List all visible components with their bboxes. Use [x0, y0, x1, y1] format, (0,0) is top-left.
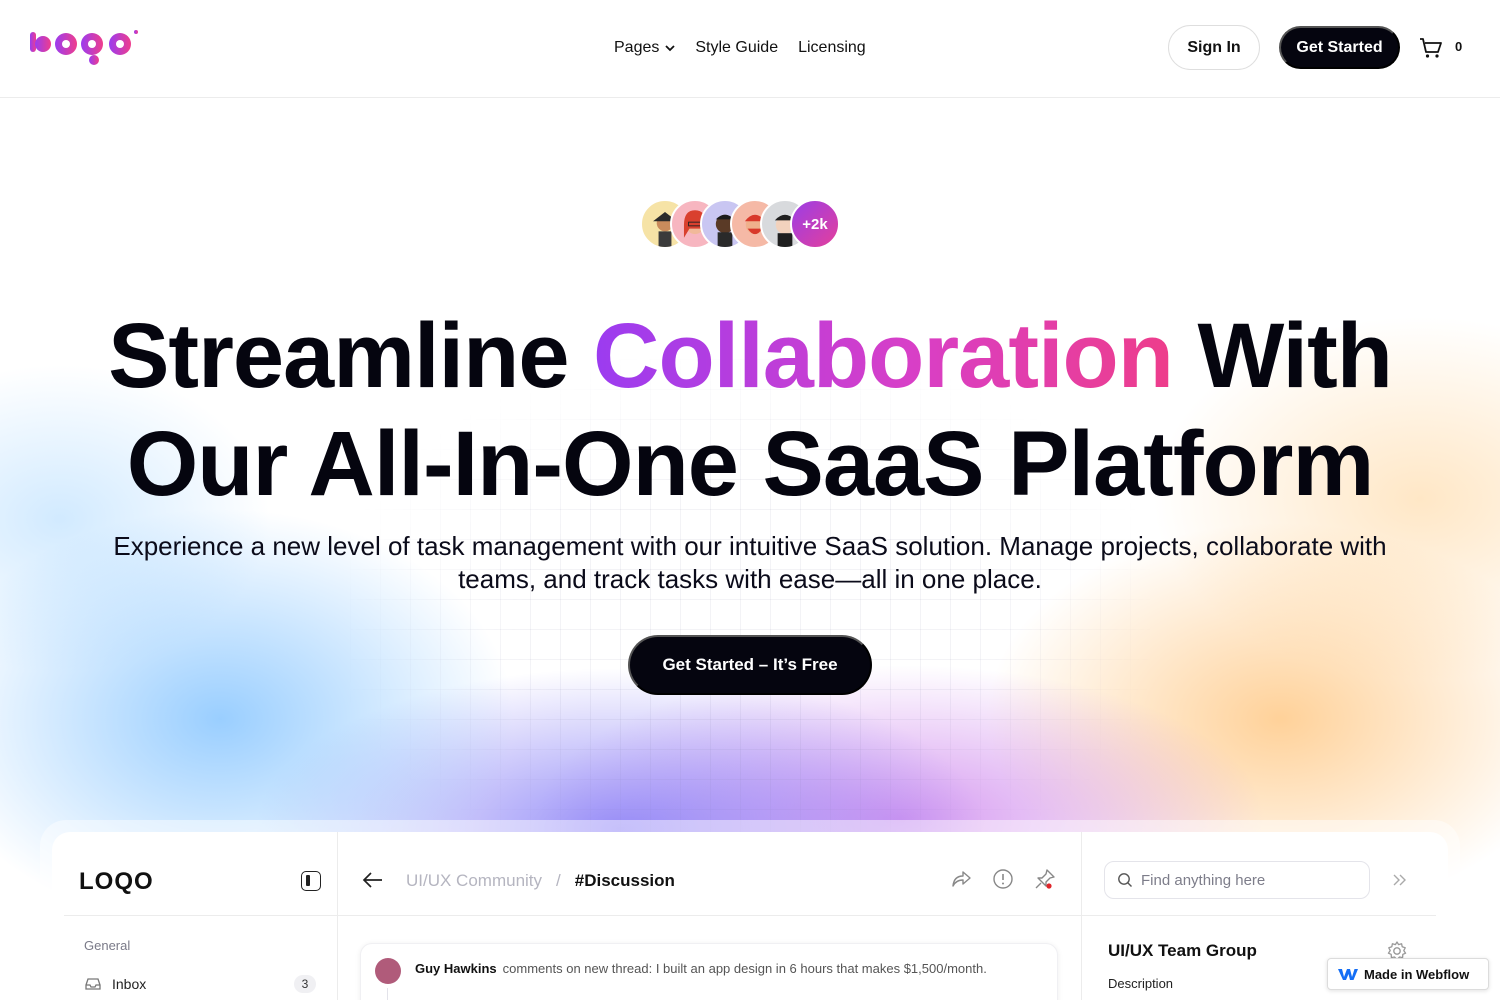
breadcrumb-parent[interactable]: UI/UX Community	[406, 871, 542, 891]
webflow-logo-icon	[1338, 969, 1358, 980]
headline-highlight: Collaboration	[593, 305, 1174, 407]
nav-item-label: Pages	[614, 39, 660, 56]
thread-card[interactable]: Guy Hawkins comments on new thread: I bui…	[360, 943, 1058, 1000]
search-icon	[1118, 873, 1132, 887]
logo-mark	[30, 30, 138, 65]
inbox-count-badge: 3	[294, 975, 316, 993]
search-box[interactable]	[1104, 861, 1370, 899]
panel-title: UI/UX Team Group	[1108, 941, 1257, 960]
headline-part1: Streamline	[108, 305, 594, 407]
sidebar-section-label: General	[84, 938, 131, 953]
breadcrumb-current: #Discussion	[574, 871, 675, 890]
hero-headline: Streamline Collaboration With Our All-In…	[0, 302, 1500, 518]
divider	[338, 915, 1082, 916]
nav-item-style-guide[interactable]: Style Guide	[695, 37, 778, 59]
headline-line2: Our All-In-One SaaS Platform	[126, 413, 1375, 515]
hero-subtitle: Experience a new level of task managemen…	[113, 531, 1387, 594]
cart-count: 0	[1455, 39, 1463, 54]
search-input[interactable]	[1141, 871, 1361, 889]
inbox-icon	[85, 978, 101, 990]
comment-icon	[375, 958, 401, 984]
breadcrumb-separator: /	[556, 871, 561, 890]
site-header: Pages Style Guide Licensing Sign In Get …	[0, 0, 1500, 98]
app-brand-logo: LOQO	[79, 868, 154, 895]
thread-summary: Guy Hawkins comments on new thread: I bui…	[415, 961, 987, 976]
sidebar-item-label: Inbox	[112, 976, 147, 992]
cart-icon[interactable]	[1418, 35, 1444, 61]
thread-actions	[950, 868, 1056, 890]
logo[interactable]	[30, 28, 140, 66]
nav-item-pages[interactable]: Pages	[614, 37, 676, 59]
sign-in-button[interactable]: Sign In	[1168, 25, 1260, 70]
sidebar-toggle-icon[interactable]	[301, 871, 321, 891]
thread-author[interactable]: Guy Hawkins	[415, 961, 497, 976]
nav-item-licensing[interactable]: Licensing	[798, 37, 866, 59]
made-in-webflow-badge[interactable]: Made in Webflow	[1327, 958, 1489, 990]
thread-text: comments on new thread: I built an app d…	[502, 961, 987, 976]
panel-description-label: Description	[1108, 976, 1174, 991]
sidebar-item-inbox[interactable]: Inbox 3	[84, 972, 316, 996]
divider	[1082, 915, 1436, 916]
get-started-free-button[interactable]: Get Started – It’s Free	[628, 635, 872, 695]
share-icon[interactable]	[950, 868, 972, 890]
app-preview: LOQO General Inbox 3 UI/UX Community / #…	[52, 832, 1448, 1000]
arrow-left-icon[interactable]	[362, 870, 384, 890]
nav-item-label: Licensing	[798, 39, 866, 56]
chevron-down-icon	[665, 45, 676, 52]
pin-icon[interactable]	[1034, 868, 1056, 890]
headline-part2: With	[1172, 305, 1392, 407]
app-main: UI/UX Community / #Discussion Guy Hawkin…	[338, 832, 1082, 1000]
badge-label: Made in Webflow	[1364, 966, 1470, 982]
alert-icon[interactable]	[992, 868, 1014, 890]
nav-item-label: Style Guide	[695, 39, 779, 56]
double-chevron-right-icon[interactable]	[1390, 870, 1410, 890]
get-started-button[interactable]: Get Started	[1279, 26, 1400, 69]
avatar-more-count: +2k	[790, 199, 840, 249]
app-sidebar: LOQO General Inbox 3	[52, 832, 338, 1000]
breadcrumb: UI/UX Community / #Discussion	[406, 871, 675, 891]
divider	[64, 915, 338, 916]
main-nav: Pages Style Guide Licensing	[614, 37, 866, 59]
thread-connector	[387, 988, 388, 1000]
